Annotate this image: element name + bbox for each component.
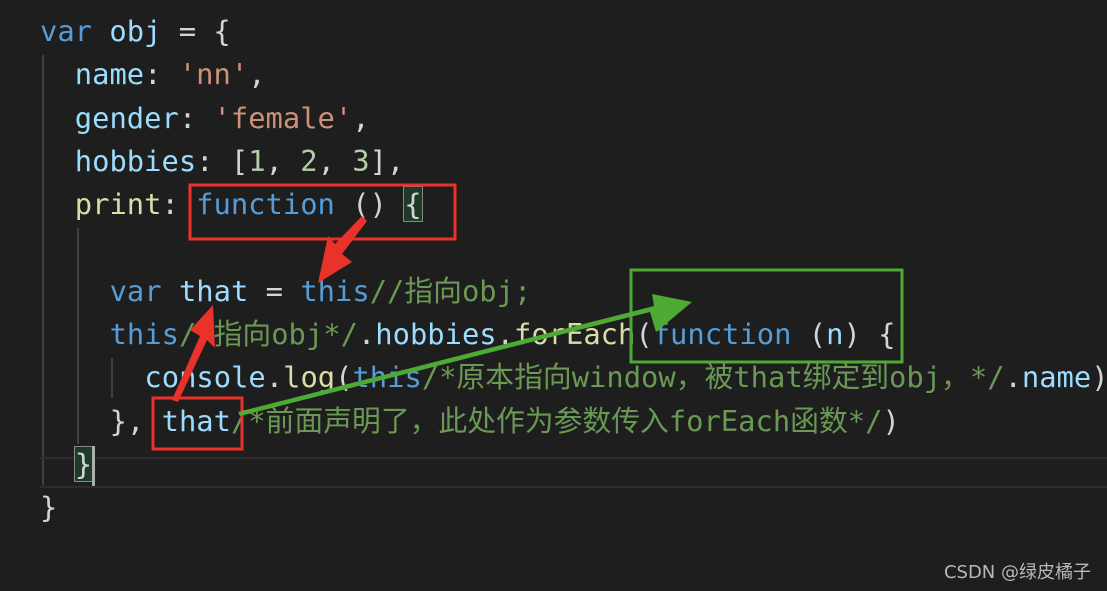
red-highlight-box-function bbox=[188, 183, 457, 241]
red-arrow-to-this bbox=[318, 216, 367, 283]
watermark: CSDN @绿皮橘子 bbox=[943, 562, 1091, 583]
red-arrow-to-that bbox=[172, 305, 215, 402]
annotation-overlay bbox=[151, 183, 904, 451]
red-highlight-box-that bbox=[151, 396, 244, 451]
green-arrow-to-callback bbox=[238, 294, 692, 416]
